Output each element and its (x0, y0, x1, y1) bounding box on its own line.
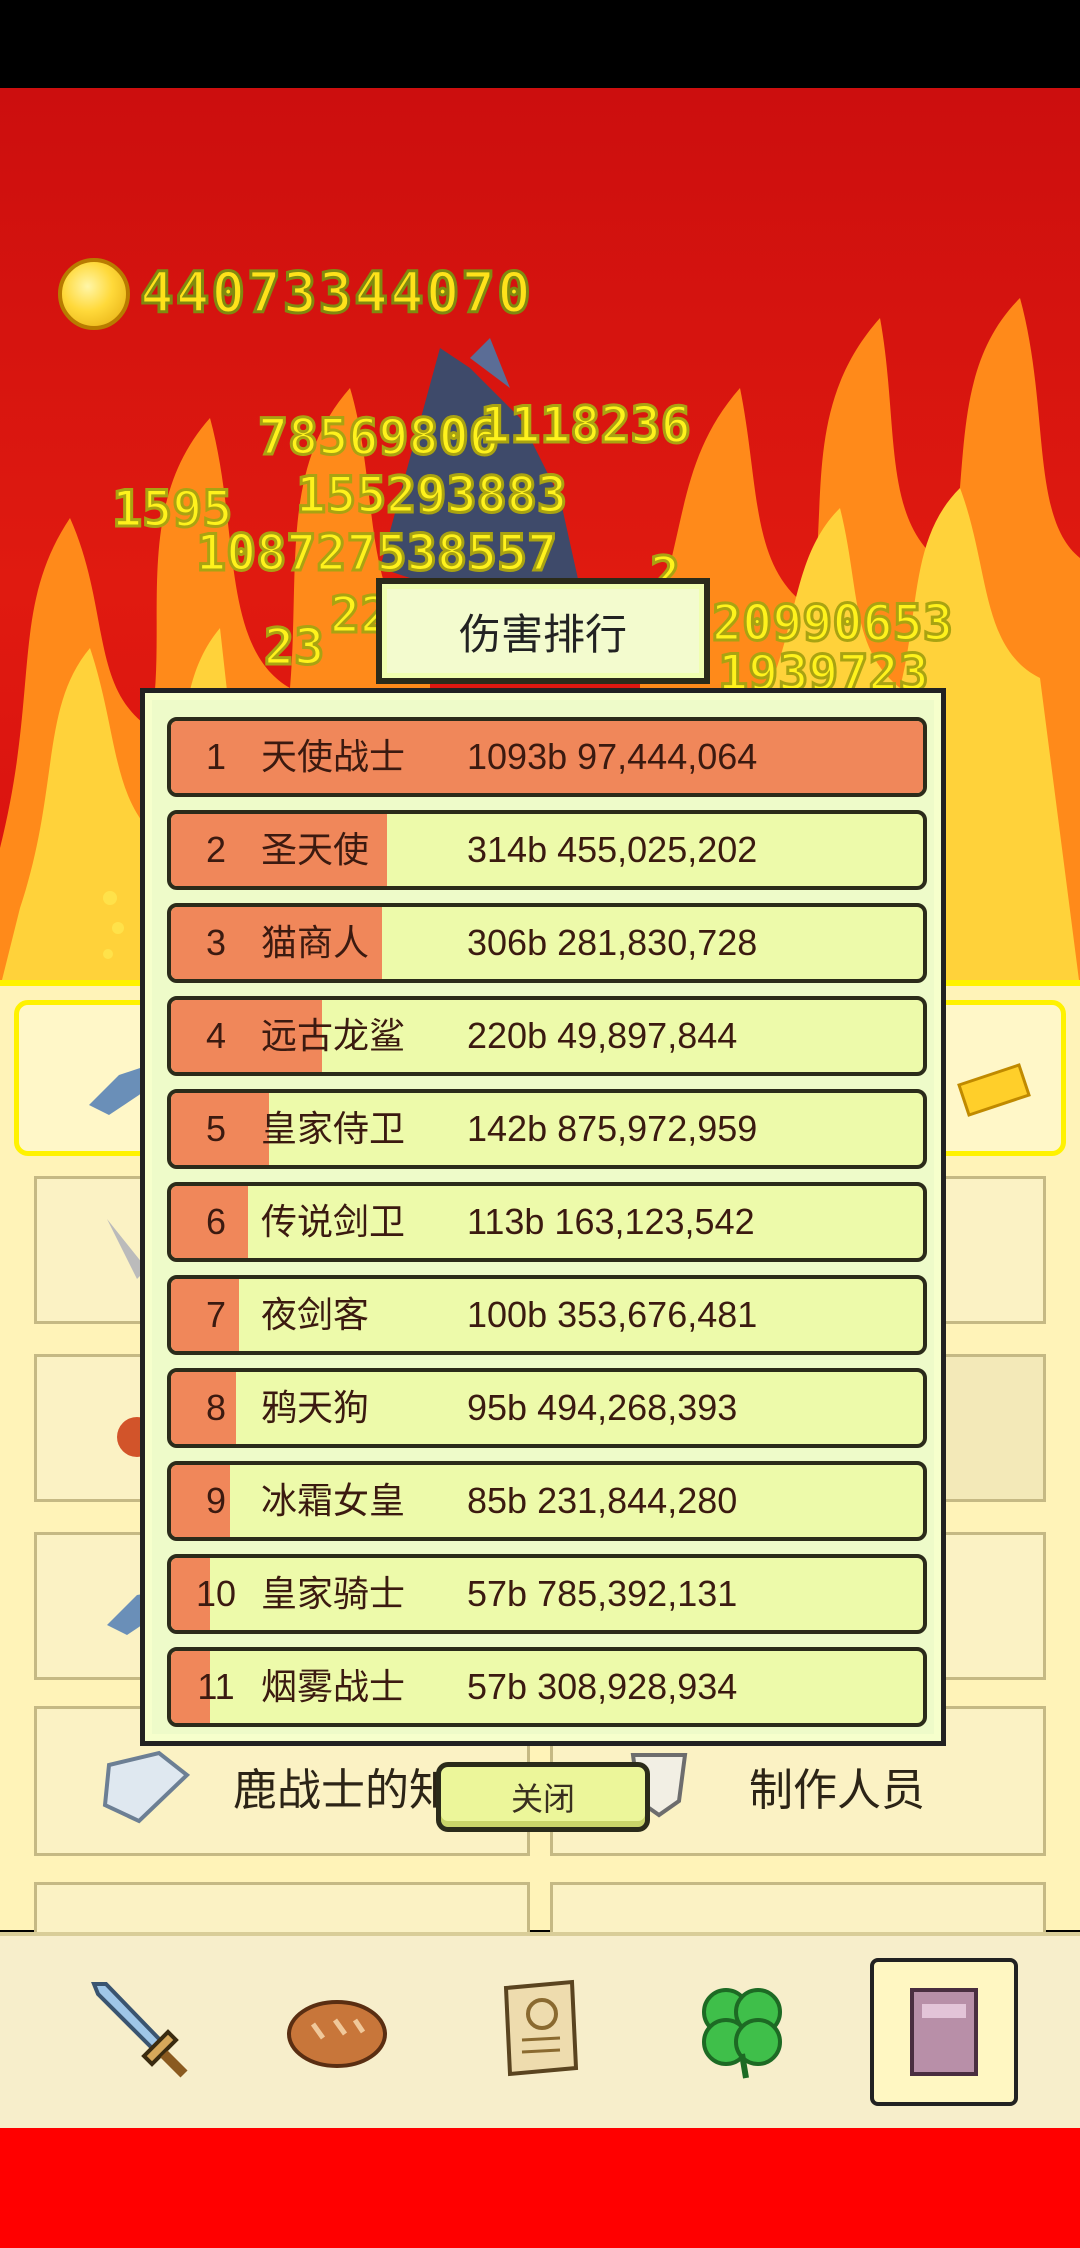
ranking-row[interactable]: 1 天使战士 1093b 97,444,064 (167, 717, 927, 797)
status-bar (0, 0, 1080, 88)
nav-quests-button[interactable] (466, 1954, 616, 2104)
sword-icon (91, 1982, 188, 2078)
rank-number: 11 (197, 1666, 235, 1707)
ranking-row[interactable]: 11 烟雾战士 57b 308,928,934 (167, 1647, 927, 1727)
ranking-row[interactable]: 6 传说剑卫 113b 163,123,542 (167, 1182, 927, 1262)
cheese-icon (957, 1063, 1031, 1117)
damage-value: 220b 49,897,844 (467, 1015, 738, 1056)
nav-weapons-button[interactable] (64, 1954, 214, 2104)
clover-icon (702, 1988, 782, 2079)
hero-name: 猫商人 (261, 922, 370, 963)
nav-book-button[interactable] (870, 1958, 1018, 2106)
close-button[interactable]: 关闭 (436, 1762, 650, 1832)
damage-popup: 108727538557 (194, 524, 558, 582)
damage-popup: 78569806 (257, 408, 501, 466)
credits-label: 制作人员 (749, 1766, 925, 1815)
ranking-row[interactable]: 10 皇家骑士 57b 785,392,131 (167, 1554, 927, 1634)
damage-value: 113b 163,123,542 (467, 1201, 755, 1242)
ranking-row[interactable]: 8 鸦天狗 95b 494,268,393 (167, 1368, 927, 1448)
hero-name: 天使战士 (261, 736, 406, 777)
damage-ranking-dialog: 1 天使战士 1093b 97,444,064 2 圣天使 314b 455,025,20… (140, 688, 946, 1746)
damage-value: 314b 455,025,202 (467, 829, 758, 870)
damage-popup: 23 (262, 618, 325, 676)
ranking-row[interactable]: 4 远古龙鲨 220b 49,897,844 (167, 996, 927, 1076)
coin-icon (58, 258, 130, 330)
rank-number: 8 (205, 1387, 227, 1428)
bread-icon (287, 2000, 387, 2068)
hero-name: 鸦天狗 (261, 1387, 370, 1428)
damage-value: 57b 308,928,934 (467, 1666, 738, 1707)
hero-name: 冰霜女皇 (261, 1480, 406, 1521)
rank-number: 6 (205, 1201, 227, 1242)
damage-value: 57b 785,392,131 (467, 1573, 738, 1614)
rank-number: 1 (205, 736, 227, 777)
rank-number: 4 (205, 1015, 227, 1056)
ranking-row[interactable]: 7 夜剑客 100b 353,676,481 (167, 1275, 927, 1355)
rank-number: 3 (205, 922, 227, 963)
hero-name: 烟雾战士 (261, 1666, 406, 1707)
nav-food-button[interactable] (262, 1954, 412, 2104)
ranking-title: 伤害排行 (458, 610, 627, 658)
rank-number: 7 (205, 1294, 227, 1335)
rank-number: 5 (205, 1108, 227, 1149)
scroll-icon (503, 1979, 579, 2077)
hero-name: 皇家侍卫 (261, 1108, 406, 1149)
rank-number: 2 (205, 829, 227, 870)
book-icon (910, 1988, 978, 2076)
damage-value: 100b 353,676,481 (467, 1294, 758, 1335)
damage-value: 142b 875,972,959 (467, 1108, 758, 1149)
damage-value: 1093b 97,444,064 (467, 736, 758, 777)
bottom-nav (0, 1932, 1080, 2128)
ranking-row[interactable]: 2 圣天使 314b 455,025,202 (167, 810, 927, 890)
rank-number: 9 (205, 1480, 227, 1521)
bottom-banner (0, 2128, 1080, 2248)
coin-amount: 44073344070 (139, 260, 533, 328)
book-icon (102, 1750, 191, 1824)
ranking-row[interactable]: 9 冰霜女皇 85b 231,844,280 (167, 1461, 927, 1541)
nav-luck-button[interactable] (666, 1954, 816, 2104)
damage-value: 306b 281,830,728 (467, 922, 758, 963)
hero-name: 皇家骑士 (261, 1573, 406, 1614)
hero-name: 圣天使 (261, 829, 370, 870)
hero-name: 传说剑卫 (261, 1201, 406, 1242)
damage-popup: 1118236 (479, 396, 693, 454)
ranking-row[interactable]: 3 猫商人 306b 281,830,728 (167, 903, 927, 983)
hero-name: 夜剑客 (261, 1294, 370, 1335)
ranking-row[interactable]: 5 皇家侍卫 142b 875,972,959 (167, 1089, 927, 1169)
damage-value: 95b 494,268,393 (467, 1387, 738, 1428)
hero-name: 远古龙鲨 (261, 1015, 406, 1056)
damage-value: 85b 231,844,280 (467, 1480, 738, 1521)
damage-popup: 20990653 (711, 594, 955, 652)
damage-popup: 155293883 (295, 466, 569, 524)
rank-number: 10 (195, 1573, 237, 1614)
ranking-title-box: 伤害排行 (376, 578, 710, 684)
